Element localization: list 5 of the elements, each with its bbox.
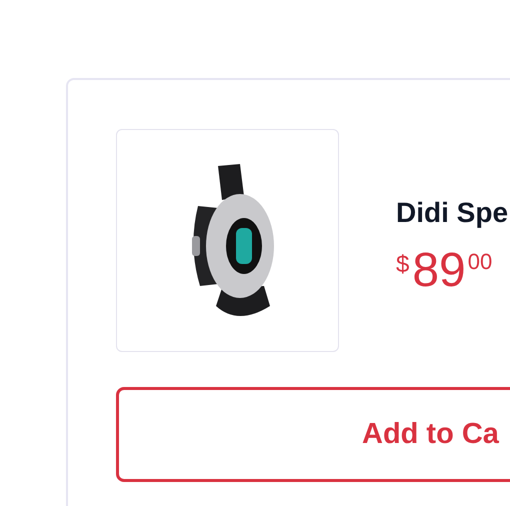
price-amount: 89 bbox=[412, 246, 466, 294]
currency-symbol: $ bbox=[396, 250, 410, 278]
price-cents: 00 bbox=[468, 248, 492, 274]
add-to-cart-button[interactable]: Add to Ca bbox=[116, 387, 510, 482]
product-title: Didi Spe bbox=[396, 196, 508, 228]
